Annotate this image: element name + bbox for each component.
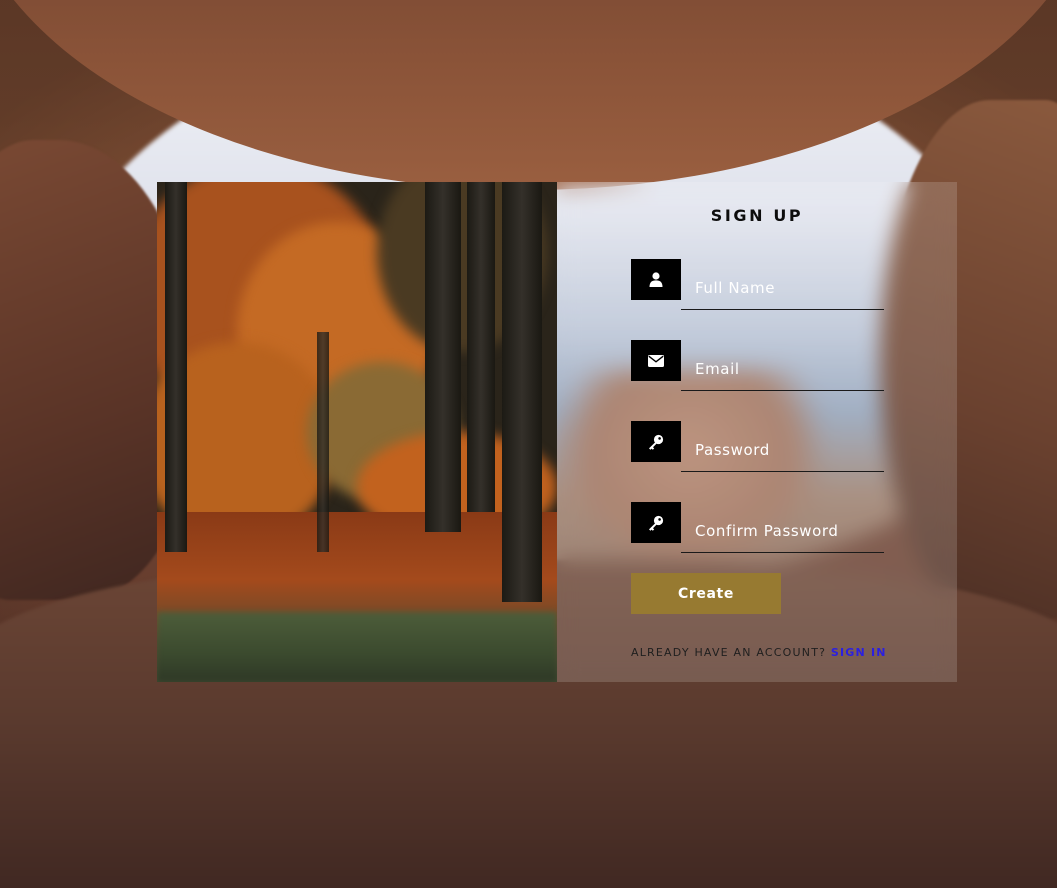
signup-form: SIGN UP Full Name Email Create ALREADY H… bbox=[557, 182, 957, 682]
full-name-input[interactable] bbox=[681, 259, 884, 310]
autumn-forest-image bbox=[157, 182, 557, 682]
key-icon bbox=[631, 421, 681, 462]
tree-trunk bbox=[425, 182, 461, 532]
confirm-password-field bbox=[631, 502, 884, 553]
tree-trunk bbox=[467, 182, 495, 512]
key-icon bbox=[631, 502, 681, 543]
confirm-password-input[interactable] bbox=[681, 502, 884, 553]
email-field bbox=[631, 340, 884, 391]
signup-title: SIGN UP bbox=[710, 206, 804, 225]
create-button[interactable]: Create bbox=[631, 573, 781, 614]
full-name-field bbox=[631, 259, 884, 310]
signin-link[interactable]: SIGN IN bbox=[831, 646, 887, 659]
password-input[interactable] bbox=[681, 421, 884, 472]
tree-trunk bbox=[502, 182, 542, 602]
mossy-foreground bbox=[157, 612, 557, 682]
signup-card: SIGN UP Full Name Email Create ALREADY H… bbox=[157, 182, 957, 682]
password-field bbox=[631, 421, 884, 472]
user-icon bbox=[631, 259, 681, 300]
tree-trunk bbox=[317, 332, 329, 552]
account-prompt-text: ALREADY HAVE AN ACCOUNT? bbox=[631, 646, 827, 659]
email-input[interactable] bbox=[681, 340, 884, 391]
envelope-icon bbox=[631, 340, 681, 381]
signin-prompt: ALREADY HAVE AN ACCOUNT? SIGN IN bbox=[631, 646, 887, 659]
tree-trunk bbox=[165, 182, 187, 552]
